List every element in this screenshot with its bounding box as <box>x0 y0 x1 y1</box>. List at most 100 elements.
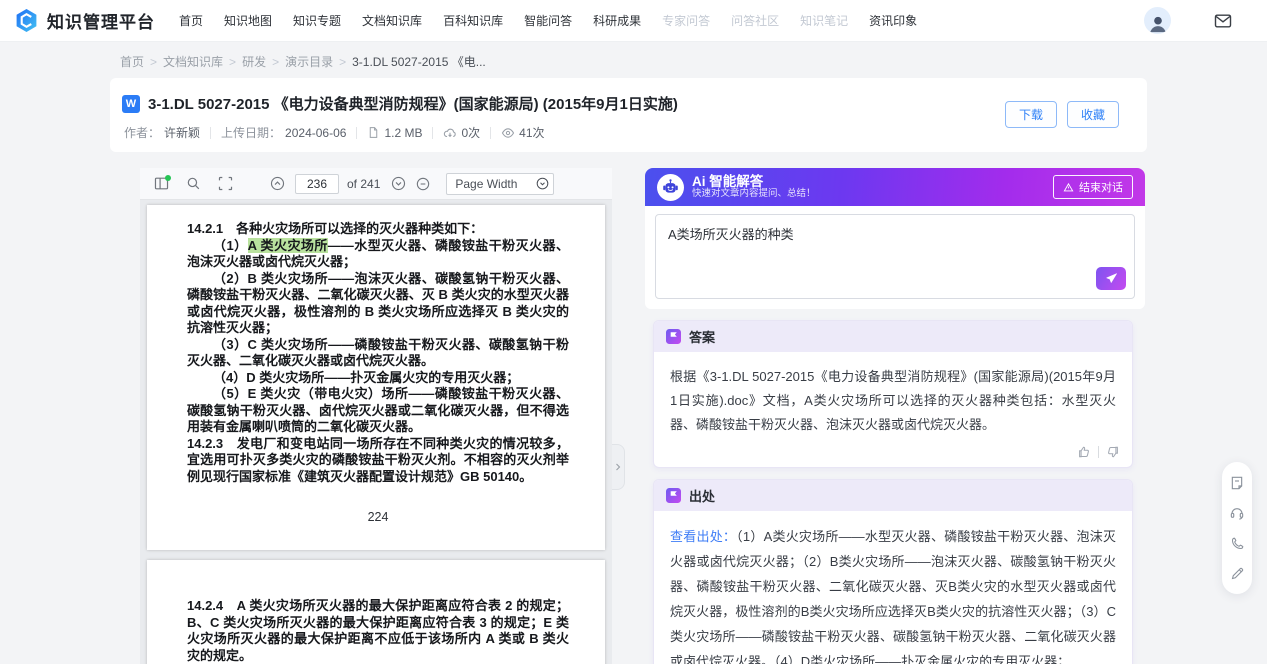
answer-card: 答案 根据《3-1.DL 5027-2015《电力设备典型消防规程》(国家能源局… <box>653 320 1133 468</box>
document-paragraph: （4）D 类火灾场所——扑灭金属火灾的专用灭火器； <box>187 370 569 387</box>
document-meta: 作者： 许新颖 上传日期： 2024-06-06 1.2 MB 0次 <box>124 124 1127 141</box>
ai-answer-panel: Ai 智能解答 快速对文章内容提问、总结！ 结束对话 A类场所灭火器的种类 <box>645 168 1145 664</box>
source-card: 出处 查看出处：（1）A类火灾场所——水型灭火器、磷酸铵盐干粉灭火器、泡沫灭火器… <box>653 479 1133 664</box>
ai-panel-header: Ai 智能解答 快速对文章内容提问、总结！ 结束对话 <box>645 168 1145 206</box>
question-text: A类场所灭火器的种类 <box>656 215 1134 252</box>
download-count-icon <box>443 126 457 140</box>
navbar-right <box>1144 7 1267 34</box>
answer-header-label: 答案 <box>689 327 715 346</box>
view-count: 41次 <box>501 124 544 141</box>
user-avatar[interactable] <box>1144 7 1171 34</box>
document-page-content: 14.2.1 各种火灾场所可以选择的灭火器种类如下：（1）A 类火灾场所——水型… <box>147 205 605 526</box>
nav-item-smart-qa[interactable]: 智能问答 <box>524 12 572 29</box>
download-button[interactable]: 下载 <box>1005 101 1057 128</box>
screen: 知识管理平台 首页 知识地图 知识专题 文档知识库 百科知识库 智能问答 科研成… <box>0 0 1267 664</box>
zoom-mode-value: Page Width <box>455 177 517 191</box>
robot-icon <box>657 174 684 201</box>
feedback-note-icon[interactable] <box>1222 468 1252 498</box>
viewer-toolbar: of 241 Page Width <box>140 168 612 200</box>
floating-toolbar <box>1222 462 1252 594</box>
meta-divider <box>432 127 433 139</box>
meta-divider <box>356 127 357 139</box>
answer-flag-icon <box>666 329 681 344</box>
breadcrumb-separator: > <box>150 55 157 69</box>
brand-name: 知识管理平台 <box>47 8 155 33</box>
zoom-mode-select[interactable]: Page Width <box>446 173 554 195</box>
document-page: 14.2.4 A 类火灾场所灭火器的最大保护距离应符合表 2 的规定；B、C 类… <box>147 560 605 664</box>
document-title: 3-1.DL 5027-2015 《电力设备典型消防规程》(国家能源局) (20… <box>148 93 678 114</box>
source-flag-icon <box>666 488 681 503</box>
answer-card-header: 答案 <box>654 321 1132 352</box>
answer-feedback <box>654 443 1132 467</box>
next-page-icon[interactable] <box>388 171 408 197</box>
warning-triangle-icon <box>1063 182 1074 193</box>
title-row: W 3-1.DL 5027-2015 《电力设备典型消防规程》(国家能源局) (… <box>122 93 1127 114</box>
document-paragraph: 14.2.1 各种火灾场所可以选择的灭火器种类如下： <box>187 221 569 238</box>
page-total-label: of 241 <box>347 177 380 191</box>
document-paragraph: 14.2.3 发电厂和变电站同一场所存在不同种类火灾的情况较多，宜选用可扑灭多类… <box>187 436 569 486</box>
fit-screen-icon[interactable] <box>212 171 238 197</box>
thumbnails-panel-icon[interactable] <box>148 171 174 197</box>
author-label: 作者： <box>124 124 160 141</box>
ai-header-text: Ai 智能解答 快速对文章内容提问、总结！ <box>692 174 816 200</box>
source-item-text: （1）A类火灾场所——水型灭火器、磷酸铵盐干粉灭火器、泡沫灭火器或卤代烷灭火器；… <box>670 529 1116 664</box>
search-highlight: A 类火灾场所 <box>248 238 328 253</box>
answer-text: 根据《3-1.DL 5027-2015《电力设备典型消防规程》(国家能源局)(2… <box>654 352 1132 443</box>
ai-panel-subtitle: 快速对文章内容提问、总结！ <box>692 189 816 200</box>
meta-divider <box>490 127 491 139</box>
download-count: 0次 <box>443 124 480 141</box>
mail-icon[interactable] <box>1213 11 1233 31</box>
nav-item-expert-qa[interactable]: 专家问答 <box>662 12 710 29</box>
nav-item-notes[interactable]: 知识笔记 <box>800 12 848 29</box>
feedback-divider <box>1098 446 1099 458</box>
nav-item-knowledge-topics[interactable]: 知识专题 <box>293 12 341 29</box>
author-value: 许新颖 <box>164 124 200 141</box>
paper-plane-icon <box>1105 272 1118 285</box>
chevron-right-icon <box>612 461 624 473</box>
source-header-label: 出处 <box>689 486 715 505</box>
document-paragraph: （1）A 类火灾场所——水型灭火器、磷酸铵盐干粉灭火器、泡沫灭火器或卤代烷灭火器… <box>187 238 569 271</box>
breadcrumb-rd[interactable]: 研发 <box>242 53 266 70</box>
breadcrumb-separator: > <box>339 55 346 69</box>
breadcrumb-current-doc: 3-1.DL 5027-2015 《电... <box>352 53 486 70</box>
breadcrumb: 首页 > 文档知识库 > 研发 > 演示目录 > 3-1.DL 5027-201… <box>120 53 486 70</box>
upload-date-value: 2024-06-06 <box>285 126 346 140</box>
file-icon <box>367 126 380 139</box>
page-number-input[interactable] <box>295 174 339 194</box>
nav-item-wiki-library[interactable]: 百科知识库 <box>443 12 503 29</box>
nav-item-knowledge-map[interactable]: 知识地图 <box>224 12 272 29</box>
upload-date-label: 上传日期： <box>221 124 281 141</box>
phone-icon[interactable] <box>1222 528 1252 558</box>
main-nav: 首页 知识地图 知识专题 文档知识库 百科知识库 智能问答 科研成果 专家问答 … <box>179 12 917 29</box>
thumbs-up-icon[interactable] <box>1077 445 1091 459</box>
breadcrumb-separator: > <box>272 55 279 69</box>
document-paragraph: （5）E 类火灾（带电火灾）场所——磷酸铵盐干粉灭火器、碳酸氢钠干粉灭火器、卤代… <box>187 386 569 436</box>
document-header-card: W 3-1.DL 5027-2015 《电力设备典型消防规程》(国家能源局) (… <box>110 78 1147 152</box>
send-button[interactable] <box>1096 267 1126 290</box>
favorite-button[interactable]: 收藏 <box>1067 101 1119 128</box>
file-size: 1.2 MB <box>367 126 422 140</box>
zoom-out-icon[interactable] <box>413 171 433 197</box>
breadcrumb-demo-dir[interactable]: 演示目录 <box>285 53 333 70</box>
breadcrumb-home[interactable]: 首页 <box>120 53 144 70</box>
title-actions: 下载 收藏 <box>1005 101 1119 128</box>
breadcrumb-doc-library[interactable]: 文档知识库 <box>163 53 223 70</box>
breadcrumb-separator: > <box>229 55 236 69</box>
previous-page-icon[interactable] <box>264 171 290 197</box>
question-input[interactable]: A类场所灭火器的种类 <box>655 214 1135 299</box>
pencil-edit-icon[interactable] <box>1222 558 1252 588</box>
nav-item-home[interactable]: 首页 <box>179 12 203 29</box>
pdf-viewer: of 241 Page Width <box>140 168 612 664</box>
nav-item-research[interactable]: 科研成果 <box>593 12 641 29</box>
view-source-link[interactable]: 查看出处： <box>670 529 736 544</box>
nav-item-doc-library[interactable]: 文档知识库 <box>362 12 422 29</box>
end-chat-button[interactable]: 结束对话 <box>1053 175 1133 199</box>
search-icon[interactable] <box>180 171 206 197</box>
thumbs-down-icon[interactable] <box>1106 445 1120 459</box>
panel-collapse-handle[interactable] <box>612 444 625 490</box>
word-doc-icon: W <box>122 95 140 113</box>
headset-support-icon[interactable] <box>1222 498 1252 528</box>
nav-item-news[interactable]: 资讯印象 <box>869 12 917 29</box>
brand[interactable]: 知识管理平台 <box>14 8 155 33</box>
nav-item-qa-community[interactable]: 问答社区 <box>731 12 779 29</box>
